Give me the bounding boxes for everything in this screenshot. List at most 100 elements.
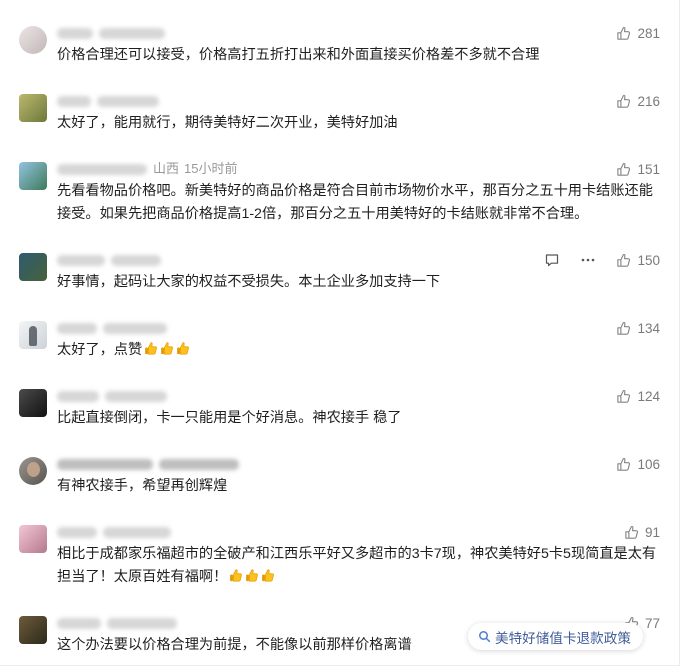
blurred-meta xyxy=(107,617,177,629)
like-count: 281 xyxy=(637,25,660,41)
comment-actions: 151 xyxy=(616,160,660,178)
comment-actions: 281 xyxy=(616,24,660,42)
thumbs-up-emoji-icon xyxy=(229,568,243,583)
thumbs-up-emoji-icon xyxy=(144,341,158,356)
comment-actions: 150 xyxy=(544,251,660,269)
blurred-username[interactable] xyxy=(57,95,91,107)
avatar[interactable] xyxy=(19,162,47,190)
thumbs-up-emoji-icon xyxy=(261,568,275,583)
comment-text: 先看看物品价格吧。新美特好的商品价格是符合目前市场物价水平，那百分之五十用卡结账… xyxy=(57,180,663,226)
comment-meta xyxy=(57,387,680,405)
comment-text: 太好了，能用就行，期待美特好二次开业，美特好加油 xyxy=(57,112,663,135)
blurred-meta xyxy=(97,95,159,107)
comment-item: 有神农接手，希望再创辉煌 106 xyxy=(0,455,680,523)
comment-item: 好事情，起码让大家的权益不受损失。本土企业多加支持一下 150 xyxy=(0,251,680,319)
avatar[interactable] xyxy=(19,94,47,122)
more-icon[interactable] xyxy=(580,252,596,268)
comment-text: 有神农接手，希望再创辉煌 xyxy=(57,475,663,498)
avatar[interactable] xyxy=(19,253,47,281)
search-suggestion-pill[interactable]: 美特好储值卡退款政策 xyxy=(468,623,643,650)
blurred-username[interactable] xyxy=(57,390,99,402)
comment-list: 价格合理还可以接受，价格高打五折打出来和外面直接买价格差不多就不合理 281 太… xyxy=(0,24,680,657)
search-suggestion-label: 美特好储值卡退款政策 xyxy=(495,630,631,646)
comment-meta xyxy=(57,92,680,110)
like-button[interactable]: 106 xyxy=(616,457,660,472)
comment-time: 15小时前 xyxy=(184,161,238,176)
blurred-username[interactable] xyxy=(57,254,105,266)
like-button[interactable]: 124 xyxy=(616,389,660,404)
blurred-meta xyxy=(99,27,165,39)
comment-text: 相比于成都家乐福超市的全破产和江西乐平好又多超市的3卡7现，神农美特好5卡5现简… xyxy=(57,543,663,589)
comment-text-content: 好事情，起码让大家的权益不受损失。本土企业多加支持一下 xyxy=(57,274,441,290)
avatar[interactable] xyxy=(19,389,47,417)
comment-text: 好事情，起码让大家的权益不受损失。本土企业多加支持一下 xyxy=(57,271,663,294)
thumbs-up-icon xyxy=(616,94,631,109)
comment-meta xyxy=(57,24,680,42)
comment-text-content: 这个办法要以价格合理为前提，不能像以前那样价格离谱 xyxy=(57,637,412,653)
thumbs-up-icon xyxy=(616,26,631,41)
comment-actions: 106 xyxy=(616,455,660,473)
like-button[interactable]: 150 xyxy=(616,253,660,268)
thumbs-up-emoji-icon xyxy=(245,568,259,583)
comment-actions: 134 xyxy=(616,319,660,337)
comment-text: 价格合理还可以接受，价格高打五折打出来和外面直接买价格差不多就不合理 xyxy=(57,44,663,67)
like-button[interactable]: 91 xyxy=(624,525,660,540)
comment-text-content: 太好了，能用就行，期待美特好二次开业，美特好加油 xyxy=(57,115,398,131)
comment-icon[interactable] xyxy=(544,252,560,268)
thumbs-up-icon xyxy=(616,253,631,268)
thumbs-up-icon xyxy=(616,321,631,336)
blurred-username[interactable] xyxy=(57,322,97,334)
comment-item: 比起直接倒闭，卡一只能用是个好消息。神农接手 稳了 124 xyxy=(0,387,680,455)
like-button[interactable]: 216 xyxy=(616,94,660,109)
avatar[interactable] xyxy=(19,457,47,485)
thumbs-up-icon xyxy=(616,389,631,404)
comment-meta xyxy=(57,319,680,337)
like-count: 106 xyxy=(637,456,660,472)
comment-text-content: 太好了，点赞 xyxy=(57,342,143,358)
comment-item: 山西 15小时前 先看看物品价格吧。新美特好的商品价格是符合目前市场物价水平，那… xyxy=(0,160,680,251)
avatar[interactable] xyxy=(19,525,47,553)
blurred-meta xyxy=(159,458,239,470)
avatar[interactable] xyxy=(19,616,47,644)
blurred-username[interactable] xyxy=(57,526,97,538)
comment-region: 山西 xyxy=(153,161,180,176)
like-count: 151 xyxy=(637,161,660,177)
blurred-meta xyxy=(111,254,161,266)
comment-text-content: 比起直接倒闭，卡一只能用是个好消息。神农接手 稳了 xyxy=(57,410,402,426)
thumbs-up-icon xyxy=(624,525,639,540)
comment-actions: 91 xyxy=(624,523,660,541)
blurred-meta xyxy=(105,390,167,402)
comment-item: 太好了，点赞 134 xyxy=(0,319,680,387)
like-count: 216 xyxy=(637,93,660,109)
like-count: 91 xyxy=(644,524,660,540)
blurred-meta xyxy=(103,322,167,334)
blurred-username[interactable] xyxy=(57,27,93,39)
like-button[interactable]: 151 xyxy=(616,162,660,177)
comment-text-content: 价格合理还可以接受，价格高打五折打出来和外面直接买价格差不多就不合理 xyxy=(57,47,540,63)
like-count: 134 xyxy=(637,320,660,336)
thumbs-up-emoji-icon xyxy=(176,341,190,356)
comment-meta: 山西 15小时前 xyxy=(57,160,680,178)
thumbs-up-icon xyxy=(616,162,631,177)
search-icon xyxy=(478,630,491,643)
comment-actions: 124 xyxy=(616,387,660,405)
comment-text: 太好了，点赞 xyxy=(57,339,663,362)
blurred-username[interactable] xyxy=(57,458,153,470)
blurred-meta xyxy=(103,526,171,538)
comment-text-content: 先看看物品价格吧。新美特好的商品价格是符合目前市场物价水平，那百分之五十用卡结账… xyxy=(57,183,653,222)
like-button[interactable]: 281 xyxy=(616,26,660,41)
comment-item: 价格合理还可以接受，价格高打五折打出来和外面直接买价格差不多就不合理 281 xyxy=(0,24,680,92)
comment-item: 太好了，能用就行，期待美特好二次开业，美特好加油 216 xyxy=(0,92,680,160)
like-button[interactable]: 134 xyxy=(616,321,660,336)
comment-actions: 216 xyxy=(616,92,660,110)
thumbs-up-emoji-icon xyxy=(160,341,174,356)
avatar[interactable] xyxy=(19,26,47,54)
blurred-username[interactable] xyxy=(57,163,147,175)
comment-item: 相比于成都家乐福超市的全破产和江西乐平好又多超市的3卡7现，神农美特好5卡5现简… xyxy=(0,523,680,614)
thumbs-up-icon xyxy=(616,457,631,472)
comment-text-content: 相比于成都家乐福超市的全破产和江西乐平好又多超市的3卡7现，神农美特好5卡5现简… xyxy=(57,546,657,585)
avatar[interactable] xyxy=(19,321,47,349)
comment-meta xyxy=(57,523,680,541)
blurred-username[interactable] xyxy=(57,617,101,629)
like-count: 150 xyxy=(637,252,660,268)
